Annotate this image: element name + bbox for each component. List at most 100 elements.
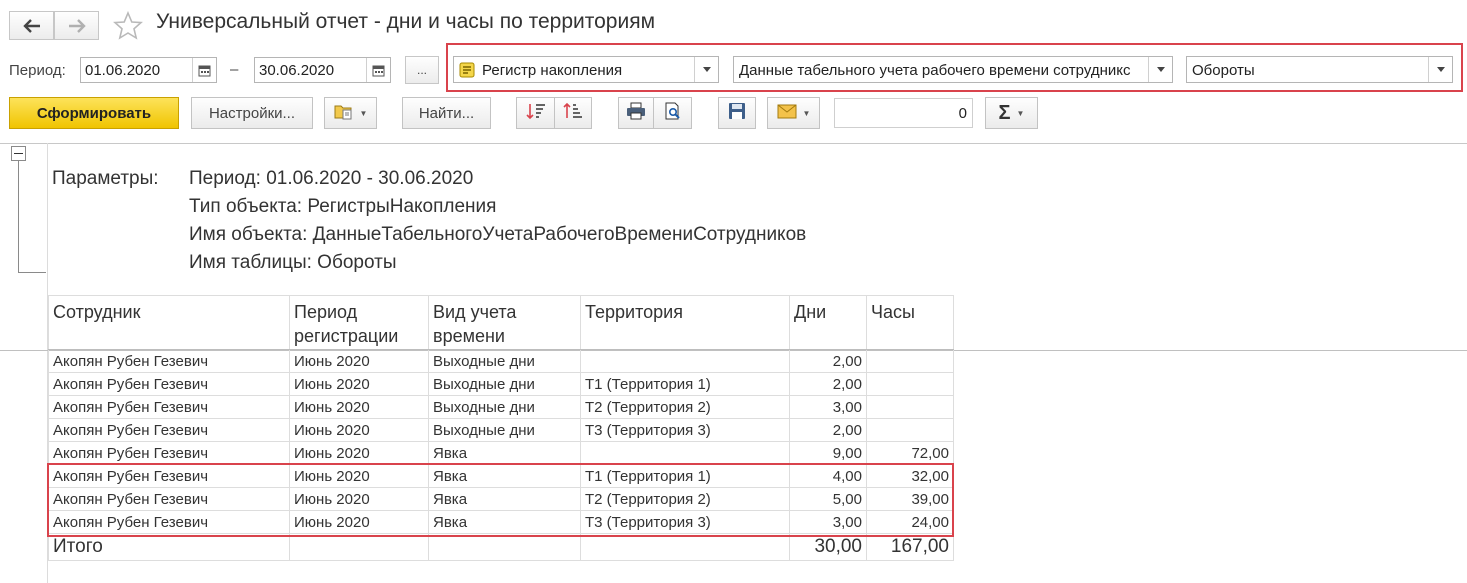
parameter-line: Имя таблицы: Обороты [189,252,397,273]
cell-days[interactable]: 2,00 [789,418,867,442]
cell-days[interactable]: 3,00 [789,395,867,419]
table-row[interactable]: Акопян Рубен Гезевич Июнь 2020 Явка 9,00… [48,441,954,465]
calendar-icon[interactable] [192,58,216,82]
object-name-select[interactable]: Данные табельного учета рабочего времени… [733,56,1173,83]
chevron-down-icon: ▼ [1016,108,1025,118]
cell-employee[interactable]: Акопян Рубен Гезевич [48,395,290,419]
period-from-field[interactable]: 01.06.2020 [80,57,217,83]
cell-territory[interactable] [580,349,790,373]
forward-button[interactable] [54,11,99,40]
cell-employee[interactable]: Акопян Рубен Гезевич [48,418,290,442]
table-row[interactable]: Акопян Рубен Гезевич Июнь 2020 Явка Т1 (… [48,464,954,488]
cell-hours[interactable]: 32,00 [866,464,954,488]
table-row[interactable]: Акопян Рубен Гезевич Июнь 2020 Выходные … [48,349,954,373]
table-row[interactable]: Акопян Рубен Гезевич Июнь 2020 Выходные … [48,418,954,442]
header-days[interactable]: Дни [789,295,867,350]
cell-time-kind[interactable]: Выходные дни [428,349,581,373]
variants-button[interactable]: ▼ [324,97,377,129]
chevron-down-icon[interactable] [1428,57,1452,82]
object-type-value: Регистр накопления [482,62,623,79]
find-button[interactable]: Найти... [402,97,491,129]
cell-hours[interactable]: 24,00 [866,510,954,534]
header-territory[interactable]: Территория [580,295,790,350]
cell-days[interactable]: 4,00 [789,464,867,488]
cell-period[interactable]: Июнь 2020 [289,441,429,465]
total-days[interactable]: 30,00 [789,533,867,561]
cell-days[interactable]: 2,00 [789,372,867,396]
cell-time-kind[interactable]: Выходные дни [428,418,581,442]
chevron-down-icon: ▼ [802,108,811,118]
generate-button[interactable]: Сформировать [9,97,179,129]
cell-hours[interactable]: 72,00 [866,441,954,465]
header-time-kind[interactable]: Вид учета времени [428,295,581,350]
print-preview-button[interactable] [653,97,692,129]
cell-territory[interactable]: Т1 (Территория 1) [580,372,790,396]
cell-hours[interactable] [866,395,954,419]
print-preview-icon [664,102,682,124]
table-name-select[interactable]: Обороты [1186,56,1453,83]
chevron-down-icon[interactable] [1148,57,1172,82]
cell-period[interactable]: Июнь 2020 [289,349,429,373]
cell-period[interactable]: Июнь 2020 [289,372,429,396]
cell-territory[interactable]: Т3 (Территория 3) [580,418,790,442]
cell-hours[interactable] [866,372,954,396]
cell-hours[interactable] [866,349,954,373]
chevron-down-icon[interactable] [694,57,718,82]
cell-territory[interactable]: Т1 (Территория 1) [580,464,790,488]
cell-employee[interactable]: Акопян Рубен Гезевич [48,464,290,488]
collapse-group-toggle[interactable] [11,146,26,161]
header-period[interactable]: Период регистрации [289,295,429,350]
header-hours[interactable]: Часы [866,295,954,350]
send-email-button[interactable]: ▼ [767,97,820,129]
sort-descending-button[interactable] [554,97,592,129]
period-separator: – [230,61,239,78]
table-row[interactable]: Акопян Рубен Гезевич Июнь 2020 Выходные … [48,395,954,419]
star-icon[interactable] [113,10,143,41]
sort-ascending-button[interactable] [516,97,555,129]
cell-territory[interactable]: Т3 (Территория 3) [580,510,790,534]
total-hours[interactable]: 167,00 [866,533,954,561]
cell-employee[interactable]: Акопян Рубен Гезевич [48,349,290,373]
calendar-icon[interactable] [366,58,390,82]
cell-employee[interactable]: Акопян Рубен Гезевич [48,372,290,396]
table-row[interactable]: Акопян Рубен Гезевич Июнь 2020 Выходные … [48,372,954,396]
table-row[interactable]: Акопян Рубен Гезевич Июнь 2020 Явка Т3 (… [48,510,954,534]
cell-days[interactable]: 9,00 [789,441,867,465]
cell-time-kind[interactable]: Явка [428,487,581,511]
save-button[interactable] [718,97,756,129]
register-icon [459,62,475,83]
table-row[interactable]: Акопян Рубен Гезевич Июнь 2020 Явка Т2 (… [48,487,954,511]
settings-button[interactable]: Настройки... [191,97,313,129]
object-type-select[interactable]: Регистр накопления [453,56,719,83]
back-button[interactable] [9,11,54,40]
period-to-field[interactable]: 30.06.2020 [254,57,391,83]
header-employee[interactable]: Сотрудник [48,295,290,350]
cell-time-kind[interactable]: Явка [428,510,581,534]
cell-days[interactable]: 3,00 [789,510,867,534]
cell-employee[interactable]: Акопян Рубен Гезевич [48,487,290,511]
cell-period[interactable]: Июнь 2020 [289,395,429,419]
cell-territory[interactable]: Т2 (Территория 2) [580,395,790,419]
cell-employee[interactable]: Акопян Рубен Гезевич [48,441,290,465]
cell-period[interactable]: Июнь 2020 [289,464,429,488]
cell-days[interactable]: 5,00 [789,487,867,511]
cell-period[interactable]: Июнь 2020 [289,487,429,511]
cell-territory[interactable]: Т2 (Территория 2) [580,487,790,511]
table-total-row[interactable]: Итого 30,00 167,00 [48,533,954,561]
cell-employee[interactable]: Акопян Рубен Гезевич [48,510,290,534]
cell-time-kind[interactable]: Явка [428,441,581,465]
cell-hours[interactable]: 39,00 [866,487,954,511]
sum-field[interactable]: 0 [834,98,973,128]
total-label[interactable]: Итого [48,533,290,561]
cell-time-kind[interactable]: Выходные дни [428,395,581,419]
print-button[interactable] [618,97,654,129]
cell-time-kind[interactable]: Явка [428,464,581,488]
cell-territory[interactable] [580,441,790,465]
cell-time-kind[interactable]: Выходные дни [428,372,581,396]
period-select-button[interactable]: ... [405,56,439,84]
cell-period[interactable]: Июнь 2020 [289,510,429,534]
cell-days[interactable]: 2,00 [789,349,867,373]
cell-period[interactable]: Июнь 2020 [289,418,429,442]
sum-function-button[interactable]: Σ ▼ [985,97,1038,129]
cell-hours[interactable] [866,418,954,442]
